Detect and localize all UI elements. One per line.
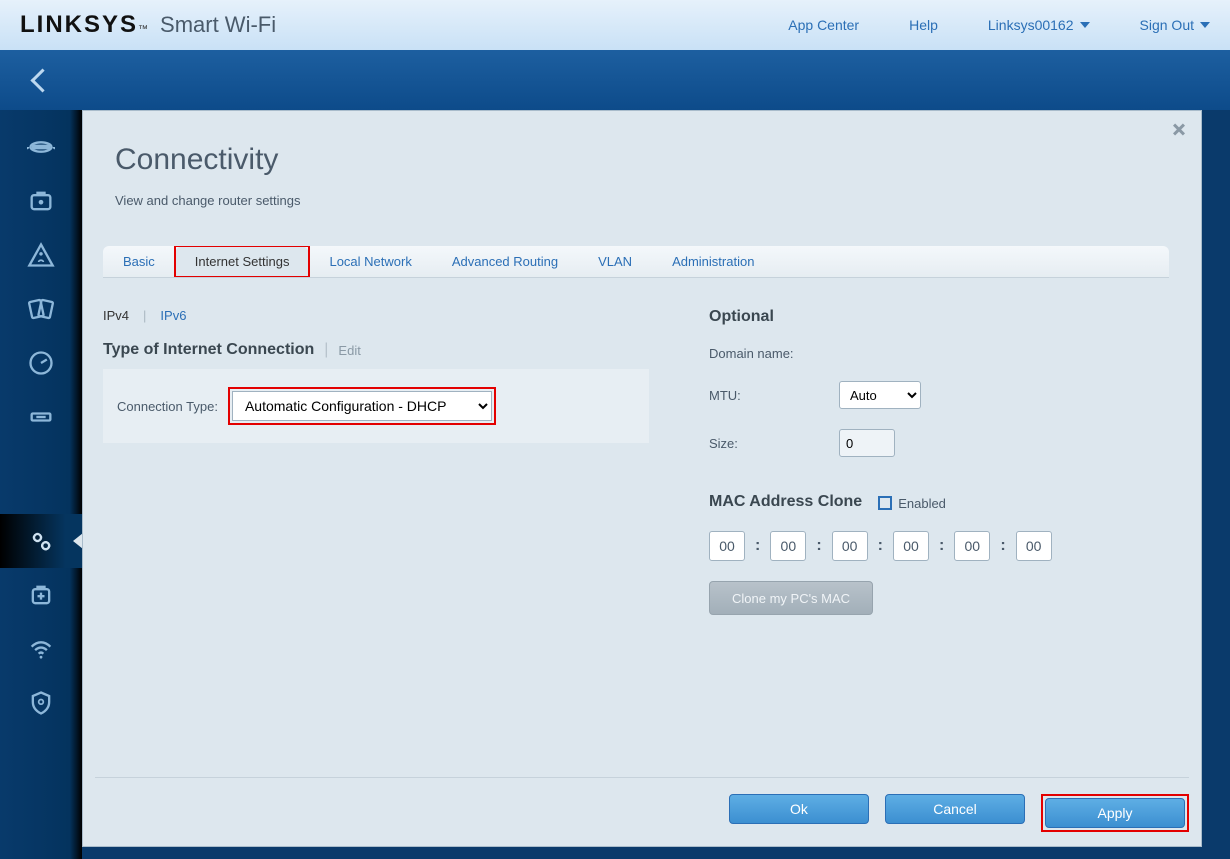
panel: Connectivity View and change router sett… <box>82 110 1202 847</box>
chevron-down-icon <box>1200 22 1210 28</box>
section-optional: Optional <box>709 308 1169 326</box>
mac-octet-4[interactable]: 00 <box>893 531 929 561</box>
mac-octet-5[interactable]: 00 <box>954 531 990 561</box>
size-label: Size: <box>709 436 819 451</box>
enabled-label: Enabled <box>898 496 946 511</box>
chevron-down-icon <box>1080 22 1090 28</box>
enabled-checkbox-wrap[interactable]: Enabled <box>878 494 946 511</box>
sidebar-item-network[interactable] <box>0 174 82 228</box>
brand: LINKSYS™ Smart Wi-Fi <box>20 11 276 39</box>
tab-advanced-routing[interactable]: Advanced Routing <box>432 246 578 277</box>
mac-section-label: MAC Address Clone <box>709 493 862 511</box>
nav-app-center-label: App Center <box>788 17 859 33</box>
panel-header: Connectivity View and change router sett… <box>83 111 1201 226</box>
cancel-button[interactable]: Cancel <box>885 794 1025 824</box>
tab-administration[interactable]: Administration <box>652 246 774 277</box>
topnav: App Center Help Linksys00162 Sign Out <box>788 17 1210 33</box>
row-size: Size: <box>709 429 1169 457</box>
nav-signout-label: Sign Out <box>1140 17 1194 33</box>
sidebar-item-settings[interactable] <box>0 514 82 568</box>
tab-internet-label: Internet Settings <box>195 254 290 269</box>
tab-basic[interactable]: Basic <box>103 246 175 277</box>
subtab-ipv6[interactable]: IPv6 <box>160 308 186 323</box>
clone-mac-button[interactable]: Clone my PC's MAC <box>709 581 873 615</box>
section-optional-label: Optional <box>709 308 774 326</box>
row-domain-name: Domain name: <box>709 346 1169 361</box>
mac-sep: : <box>816 537 821 555</box>
mac-sep: : <box>939 537 944 555</box>
mac-sep: : <box>1000 537 1005 555</box>
panel-subtitle: View and change router settings <box>115 193 1169 208</box>
content: IPv4 | IPv6 Type of Internet Connection … <box>83 278 1201 615</box>
tab-local-network[interactable]: Local Network <box>309 246 431 277</box>
sidebar-item-speed[interactable] <box>0 336 82 390</box>
sidebar-item-device[interactable] <box>0 120 82 174</box>
topbar: LINKSYS™ Smart Wi-Fi App Center Help Lin… <box>0 0 1230 50</box>
nav-device[interactable]: Linksys00162 <box>988 17 1090 33</box>
subtab-ipv4[interactable]: IPv4 <box>103 308 129 323</box>
footer: Ok Cancel Apply <box>95 777 1189 832</box>
connection-type-row: Connection Type: Automatic Configuration… <box>103 369 649 443</box>
connection-type-select[interactable]: Automatic Configuration - DHCP <box>232 391 492 421</box>
domain-name-label: Domain name: <box>709 346 819 361</box>
trademark: ™ <box>138 24 148 35</box>
mac-sep: : <box>878 537 883 555</box>
brand-subtitle: Smart Wi-Fi <box>160 12 276 38</box>
section-connection-label: Type of Internet Connection <box>103 341 314 359</box>
bluebar <box>0 50 1230 110</box>
tab-internet-settings[interactable]: Internet Settings <box>175 246 310 277</box>
sidebar-item-parental[interactable] <box>0 228 82 282</box>
panel-title: Connectivity <box>115 143 1169 177</box>
sidebar-item-wireless[interactable] <box>0 622 82 676</box>
tabs: Basic Internet Settings Local Network Ad… <box>103 246 1169 278</box>
tab-vlan[interactable]: VLAN <box>578 246 652 277</box>
sidebar-item-usb[interactable] <box>0 390 82 444</box>
nav-help[interactable]: Help <box>909 17 938 33</box>
connection-type-label: Connection Type: <box>117 399 218 414</box>
nav-signout[interactable]: Sign Out <box>1140 17 1210 33</box>
mtu-label: MTU: <box>709 388 819 403</box>
highlight-box: Apply <box>1041 794 1189 832</box>
highlight-box: Automatic Configuration - DHCP <box>228 387 496 425</box>
sidebar <box>0 110 82 859</box>
ok-button[interactable]: Ok <box>729 794 869 824</box>
mtu-select[interactable]: Auto <box>839 381 921 409</box>
back-button[interactable] <box>30 68 44 92</box>
row-mtu: MTU: Auto <box>709 381 1169 409</box>
mac-octet-2[interactable]: 00 <box>770 531 806 561</box>
separator: | <box>324 341 328 359</box>
nav-device-label: Linksys00162 <box>988 17 1074 33</box>
edit-link[interactable]: Edit <box>338 343 360 358</box>
brand-logo: LINKSYS <box>20 11 138 39</box>
column-right: Optional Domain name: MTU: Auto Size: MA… <box>709 308 1169 615</box>
section-mac-clone: MAC Address Clone Enabled <box>709 493 1169 511</box>
mac-address-row: 00: 00: 00: 00: 00: 00 <box>709 531 1169 561</box>
mac-octet-6[interactable]: 00 <box>1016 531 1052 561</box>
size-input[interactable] <box>839 429 895 457</box>
subtabs: IPv4 | IPv6 <box>103 308 649 323</box>
mac-octet-3[interactable]: 00 <box>832 531 868 561</box>
separator: | <box>143 308 146 323</box>
sidebar-item-media[interactable] <box>0 282 82 336</box>
mac-octet-1[interactable]: 00 <box>709 531 745 561</box>
column-left: IPv4 | IPv6 Type of Internet Connection … <box>103 308 649 615</box>
sidebar-item-troubleshoot[interactable] <box>0 568 82 622</box>
sidebar-item-security[interactable] <box>0 676 82 730</box>
mac-sep: : <box>755 537 760 555</box>
nav-help-label: Help <box>909 17 938 33</box>
checkbox-icon <box>878 496 892 510</box>
section-connection-type: Type of Internet Connection | Edit <box>103 341 649 359</box>
apply-button[interactable]: Apply <box>1045 798 1185 828</box>
nav-app-center[interactable]: App Center <box>788 17 859 33</box>
